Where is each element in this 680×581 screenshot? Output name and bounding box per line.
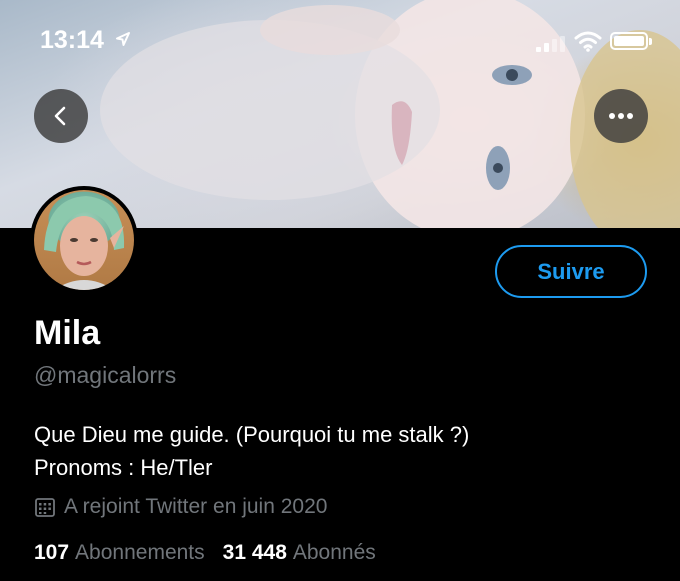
- more-options-button[interactable]: [594, 89, 648, 143]
- status-time: 13:14: [40, 26, 104, 54]
- bio-line-2: Pronoms : He/Tler: [34, 455, 213, 480]
- follow-stats: 107 Abonnements 31 448 Abonnés: [34, 541, 394, 565]
- more-horizontal-icon: [609, 113, 633, 119]
- location-arrow-icon: [116, 32, 130, 46]
- following-label[interactable]: Abonnements: [75, 541, 205, 565]
- profile-handle: @magicalorrs: [34, 362, 177, 388]
- wifi-icon: [574, 31, 602, 52]
- avatar[interactable]: [30, 186, 138, 294]
- follow-button[interactable]: Suivre: [495, 245, 647, 298]
- join-date: A rejoint Twitter en juin 2020: [34, 495, 327, 519]
- followers-count[interactable]: 31 448: [223, 541, 287, 565]
- profile-name: Mila: [34, 314, 101, 352]
- join-date-text: A rejoint Twitter en juin 2020: [64, 495, 328, 518]
- chevron-left-icon: [54, 106, 66, 126]
- profile-bio: Que Dieu me guide. (Pourquoi tu me stalk…: [34, 418, 469, 484]
- followers-label[interactable]: Abonnés: [293, 541, 376, 565]
- status-bar: 13:14: [0, 24, 680, 58]
- calendar-icon: [35, 498, 55, 517]
- back-button[interactable]: [34, 89, 88, 143]
- following-count[interactable]: 107: [34, 541, 69, 565]
- battery-icon: [610, 32, 652, 50]
- signal-icon: [536, 36, 565, 52]
- avatar-image: [34, 190, 134, 290]
- bio-line-1: Que Dieu me guide. (Pourquoi tu me stalk…: [34, 422, 470, 447]
